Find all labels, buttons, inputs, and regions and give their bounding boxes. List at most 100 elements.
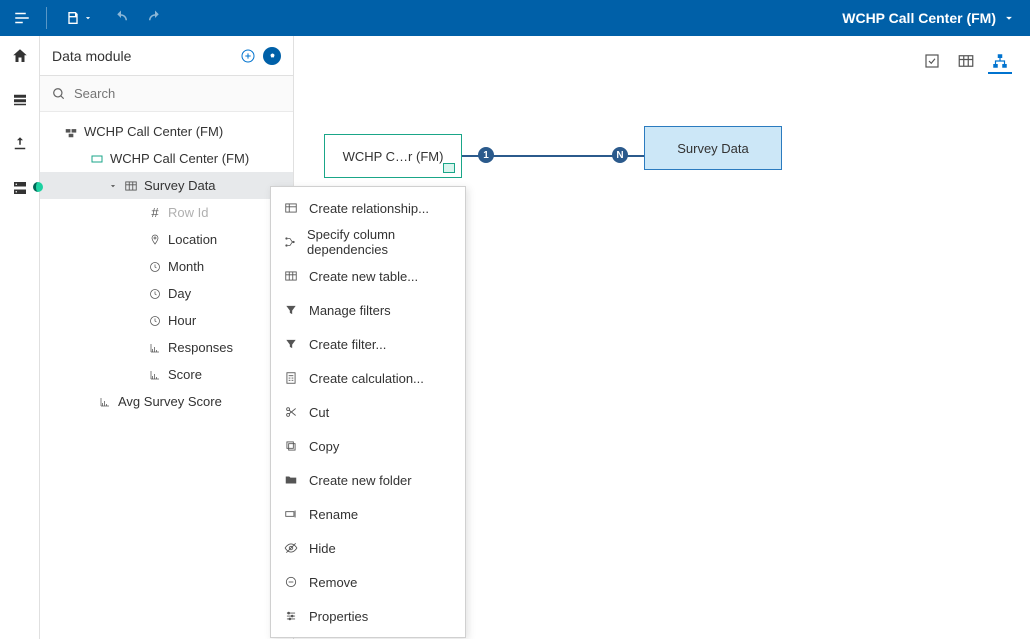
tree-table-survey-data[interactable]: Survey Data (40, 172, 293, 199)
measure-icon (146, 369, 164, 381)
ctx-label: Copy (309, 439, 339, 454)
locate-button[interactable] (263, 47, 281, 65)
clock-icon (146, 288, 164, 300)
ctx-manage-filters[interactable]: Manage filters (271, 293, 465, 327)
ctx-label: Specify column dependencies (307, 227, 453, 257)
ctx-label: Remove (309, 575, 357, 590)
search-icon (52, 87, 66, 101)
diagram-node-target[interactable]: Survey Data (644, 126, 782, 170)
calculator-icon (283, 371, 299, 385)
ctx-column-dependencies[interactable]: Specify column dependencies (271, 225, 465, 259)
filter-icon (283, 303, 299, 317)
ctx-create-calculation[interactable]: Create calculation... (271, 361, 465, 395)
ctx-properties[interactable]: Properties (271, 599, 465, 633)
cardinality-badge-one: 1 (478, 147, 494, 163)
upload-icon[interactable] (6, 130, 34, 158)
clock-icon (146, 261, 164, 273)
tree-col-hour[interactable]: Hour (40, 307, 293, 334)
save-dropdown-button[interactable] (57, 4, 101, 32)
active-indicator (33, 182, 43, 192)
search-input[interactable] (74, 86, 281, 101)
col-label: Hour (168, 313, 196, 328)
home-icon[interactable] (6, 42, 34, 70)
module-title: WCHP Call Center (FM) (842, 10, 996, 26)
chevron-down-icon (1002, 11, 1016, 25)
diagram-view-button[interactable] (988, 50, 1012, 74)
measure-icon (96, 396, 114, 408)
diagram-node-source-label: WCHP C…r (FM) (343, 149, 444, 164)
tree-package[interactable]: WCHP Call Center (FM) (40, 145, 293, 172)
tree-root[interactable]: WCHP Call Center (FM) (40, 118, 293, 145)
app-body: Data module WCHP Call Center (FM) (0, 36, 1030, 639)
calc-label: Avg Survey Score (118, 394, 222, 409)
copy-icon (283, 439, 299, 453)
filter-icon (283, 337, 299, 351)
menu-icon[interactable] (8, 4, 36, 32)
canvas-toolbar (920, 50, 1012, 74)
tree-col-day[interactable]: Day (40, 280, 293, 307)
dependencies-icon (283, 235, 297, 249)
sources-icon[interactable] (6, 86, 34, 114)
table-mini-icon (443, 163, 455, 173)
module-title-dropdown[interactable]: WCHP Call Center (FM) (842, 10, 1022, 26)
ctx-label: Create filter... (309, 337, 386, 352)
measure-icon (146, 342, 164, 354)
tree-col-month[interactable]: Month (40, 253, 293, 280)
ctx-hide[interactable]: Hide (271, 531, 465, 565)
search-bar[interactable] (40, 76, 293, 112)
clock-icon (146, 315, 164, 327)
ctx-label: Rename (309, 507, 358, 522)
ctx-copy[interactable]: Copy (271, 429, 465, 463)
ctx-remove[interactable]: Remove (271, 565, 465, 599)
tree-calc-avg-survey-score[interactable]: Avg Survey Score (40, 388, 293, 415)
redo-button[interactable] (141, 4, 169, 32)
tree-package-label: WCHP Call Center (FM) (110, 151, 249, 166)
ctx-label: Create new table... (309, 269, 418, 284)
metadata-tree: WCHP Call Center (FM) WCHP Call Center (… (40, 112, 293, 421)
ctx-create-relationship[interactable]: Create relationship... (271, 191, 465, 225)
add-button[interactable] (237, 45, 259, 67)
table-icon (283, 201, 299, 215)
panel-title: Data module (52, 48, 237, 64)
col-label: Row Id (168, 205, 208, 220)
tree-col-score[interactable]: Score (40, 361, 293, 388)
ctx-create-filter[interactable]: Create filter... (271, 327, 465, 361)
ctx-rename[interactable]: Rename (271, 497, 465, 531)
panel-header: Data module (40, 36, 293, 76)
diagram-node-source[interactable]: WCHP C…r (FM) (324, 134, 462, 178)
properties-icon (283, 609, 299, 623)
hash-icon: # (146, 205, 164, 220)
ctx-cut[interactable]: Cut (271, 395, 465, 429)
table-icon (283, 269, 299, 283)
tree-col-rowid[interactable]: # Row Id (40, 199, 293, 226)
chevron-down-icon[interactable] (108, 181, 120, 191)
diagram-node-target-label: Survey Data (677, 141, 749, 156)
ctx-create-table[interactable]: Create new table... (271, 259, 465, 293)
folder-icon (283, 473, 299, 487)
tree-panel: Data module WCHP Call Center (FM) (40, 36, 294, 639)
validate-button[interactable] (920, 50, 944, 74)
col-label: Location (168, 232, 217, 247)
left-rail (0, 36, 40, 639)
col-label: Score (168, 367, 202, 382)
location-icon (146, 233, 164, 247)
undo-button[interactable] (107, 4, 135, 32)
col-label: Responses (168, 340, 233, 355)
tree-col-responses[interactable]: Responses (40, 334, 293, 361)
ctx-new-folder[interactable]: Create new folder (271, 463, 465, 497)
divider (46, 7, 47, 29)
ctx-label: Create relationship... (309, 201, 429, 216)
table-icon (122, 179, 140, 193)
col-label: Month (168, 259, 204, 274)
ctx-label: Properties (309, 609, 368, 624)
ctx-label: Create calculation... (309, 371, 424, 386)
tree-col-location[interactable]: Location (40, 226, 293, 253)
ctx-label: Cut (309, 405, 329, 420)
grid-view-button[interactable] (954, 50, 978, 74)
app-topbar: WCHP Call Center (FM) (0, 0, 1030, 36)
data-server-icon[interactable] (6, 174, 34, 202)
scissors-icon (283, 405, 299, 419)
rename-icon (283, 507, 299, 521)
remove-icon (283, 575, 299, 589)
context-menu: Create relationship... Specify column de… (270, 186, 466, 638)
